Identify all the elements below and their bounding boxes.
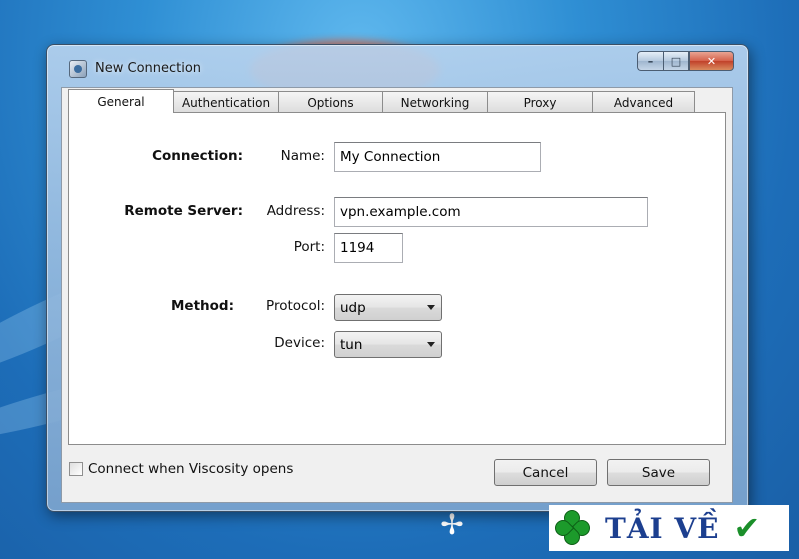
chevron-down-icon: [427, 305, 435, 310]
minimize-button[interactable]: –: [637, 51, 663, 71]
port-label: Port:: [293, 239, 325, 255]
connect-on-open-checkbox[interactable]: [69, 462, 83, 476]
address-field[interactable]: vpn.example.com: [334, 197, 648, 227]
tab-authentication[interactable]: Authentication: [173, 91, 279, 113]
tab-advanced[interactable]: Advanced: [592, 91, 695, 113]
protocol-dropdown[interactable]: udp: [334, 294, 442, 321]
name-label: Name:: [280, 148, 325, 164]
device-label: Device:: [274, 335, 325, 351]
port-field[interactable]: 1194: [334, 233, 403, 263]
maximize-button[interactable]: □: [663, 51, 689, 71]
chevron-down-icon: [427, 342, 435, 347]
tai-ve-watermark: TẢI VỀ ✔: [549, 505, 789, 551]
tab-options[interactable]: Options: [278, 91, 383, 113]
title-bar[interactable]: New Connection – □ ✕: [47, 45, 748, 89]
general-tab-panel: Connection: Name: My Connection Remote S…: [68, 112, 726, 445]
protocol-label: Protocol:: [266, 298, 325, 314]
connect-on-open-label: Connect when Viscosity opens: [88, 461, 294, 477]
method-section-label: Method:: [171, 298, 234, 314]
device-dropdown[interactable]: tun: [334, 331, 442, 358]
checkmark-icon: ✔: [733, 509, 761, 547]
remote-server-section-label: Remote Server:: [124, 203, 243, 219]
window-controls: – □ ✕: [637, 51, 734, 71]
new-connection-window: New Connection – □ ✕ General Authenticat…: [46, 44, 749, 512]
dialog-client-area: General Authentication Options Networkin…: [61, 87, 733, 503]
tab-proxy[interactable]: Proxy: [487, 91, 593, 113]
tab-general[interactable]: General: [68, 89, 174, 113]
viscosity-app-icon: [69, 60, 87, 78]
save-button[interactable]: Save: [607, 459, 710, 486]
connect-on-open-option[interactable]: Connect when Viscosity opens: [69, 461, 293, 477]
window-title: New Connection: [95, 61, 202, 76]
connection-section-label: Connection:: [152, 148, 243, 164]
tab-strip: General Authentication Options Networkin…: [68, 89, 695, 113]
address-label: Address:: [266, 203, 325, 219]
tab-networking[interactable]: Networking: [382, 91, 488, 113]
protocol-selected-value: udp: [340, 300, 366, 316]
name-field[interactable]: My Connection: [334, 142, 541, 172]
watermark-text: TẢI VỀ: [605, 511, 720, 545]
cancel-button[interactable]: Cancel: [494, 459, 597, 486]
close-button[interactable]: ✕: [689, 51, 734, 71]
clover-icon: [551, 506, 594, 549]
device-selected-value: tun: [340, 337, 363, 353]
